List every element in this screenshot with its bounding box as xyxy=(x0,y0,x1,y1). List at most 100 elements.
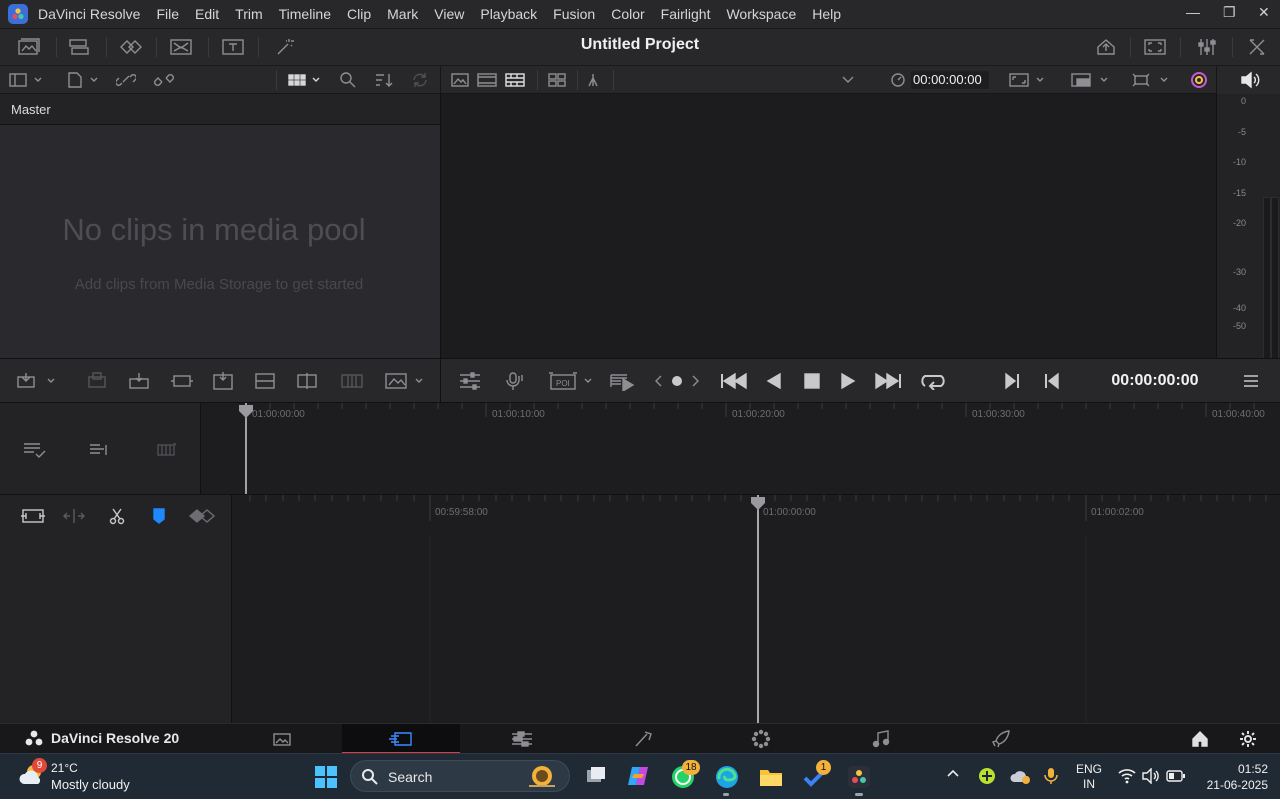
audio-track-icon[interactable] xyxy=(152,439,182,461)
tray-green-icon[interactable] xyxy=(978,767,996,785)
timeline-viewer-icon[interactable] xyxy=(503,70,527,90)
volume-icon[interactable] xyxy=(1142,768,1160,784)
file-explorer-icon[interactable] xyxy=(758,764,784,790)
stop-icon[interactable] xyxy=(801,369,823,393)
close-icon[interactable]: ✕ xyxy=(1258,4,1270,21)
magic-wand-icon[interactable] xyxy=(272,35,298,59)
color-wheel-icon[interactable] xyxy=(1187,70,1211,90)
edge-browser-icon[interactable] xyxy=(714,764,740,790)
poi-icon[interactable]: POI xyxy=(545,369,595,393)
color-page-icon[interactable] xyxy=(748,728,774,750)
menu-color[interactable]: Color xyxy=(611,6,644,22)
grid-view-icon[interactable] xyxy=(284,70,324,90)
media-pool-toggle-icon[interactable] xyxy=(16,35,42,59)
menu-mark[interactable]: Mark xyxy=(387,6,418,22)
viewer-size-icon[interactable] xyxy=(1007,70,1047,90)
go-to-end-icon[interactable] xyxy=(873,369,903,393)
bin-list-toggle-icon[interactable] xyxy=(6,70,46,90)
source-overwrite-icon[interactable] xyxy=(252,369,278,393)
media-page-icon[interactable] xyxy=(270,728,294,750)
sort-icon[interactable] xyxy=(372,70,396,90)
transition-diamond-icon[interactable] xyxy=(186,505,218,527)
titles-icon[interactable] xyxy=(220,35,246,59)
link-icon[interactable] xyxy=(152,70,176,90)
append-icon[interactable] xyxy=(84,369,110,393)
speaker-icon[interactable] xyxy=(1239,70,1261,90)
refresh-icon[interactable] xyxy=(408,70,432,90)
start-windows-icon[interactable] xyxy=(314,765,338,789)
minimize-icon[interactable]: — xyxy=(1186,4,1200,20)
menu-timeline[interactable]: Timeline xyxy=(279,6,331,22)
menu-help[interactable]: Help xyxy=(812,6,841,22)
menu-trim[interactable]: Trim xyxy=(235,6,262,22)
mark-in-icon[interactable] xyxy=(1041,369,1063,393)
menu-view[interactable]: View xyxy=(434,6,464,22)
transitions-icon[interactable] xyxy=(118,35,144,59)
close-up-icon[interactable] xyxy=(168,369,196,393)
deliver-page-icon[interactable] xyxy=(988,728,1014,750)
todo-icon[interactable]: 1 xyxy=(802,760,831,790)
onedrive-icon[interactable] xyxy=(1010,767,1032,785)
taskbar-search-box[interactable]: Search xyxy=(350,760,570,792)
wifi-icon[interactable] xyxy=(1118,768,1136,784)
marker-dot-icon[interactable] xyxy=(669,369,685,393)
whatsapp-icon[interactable]: 18 xyxy=(670,760,700,790)
edit-page-icon[interactable] xyxy=(508,728,536,750)
hdr-monitor-icon[interactable] xyxy=(1069,70,1111,90)
prev-marker-icon[interactable] xyxy=(651,369,665,393)
menu-playback[interactable]: Playback xyxy=(480,6,537,22)
ripple-overwrite-icon[interactable] xyxy=(126,369,152,393)
track-lock-icon[interactable] xyxy=(20,439,50,461)
cut-clip-icon[interactable] xyxy=(294,369,320,393)
lower-timeline[interactable] xyxy=(232,494,1280,724)
viewer-timecode[interactable]: 00:00:00:00 xyxy=(911,71,989,89)
davinci-taskbar-icon[interactable] xyxy=(846,764,872,790)
restore-icon[interactable]: ❐ xyxy=(1223,4,1236,21)
unlink-icon[interactable] xyxy=(114,70,138,90)
battery-icon[interactable] xyxy=(1166,769,1186,783)
microphone-icon[interactable] xyxy=(1044,767,1060,785)
trim-mode-icon[interactable] xyxy=(60,505,88,527)
sliders-icon[interactable] xyxy=(457,369,483,393)
import-media-icon[interactable] xyxy=(62,70,102,90)
language-indicator[interactable]: ENG IN xyxy=(1072,762,1106,794)
play-reverse-icon[interactable] xyxy=(763,369,785,393)
task-view-icon[interactable] xyxy=(584,764,608,788)
menu-workspace[interactable]: Workspace xyxy=(726,6,796,22)
insert-clip-dropdown-icon[interactable] xyxy=(382,369,426,393)
fullscreen-icon[interactable] xyxy=(1142,35,1168,59)
home-icon[interactable] xyxy=(1188,728,1212,750)
weather-widget[interactable]: 9 21°C Mostly cloudy xyxy=(18,758,148,796)
copilot-icon[interactable] xyxy=(626,764,650,788)
quick-export-icon[interactable] xyxy=(1093,35,1119,59)
menu-clip[interactable]: Clip xyxy=(347,6,371,22)
clock[interactable]: 01:52 21-06-2025 xyxy=(1196,761,1268,793)
menu-fairlight[interactable]: Fairlight xyxy=(661,6,711,22)
go-to-start-icon[interactable] xyxy=(719,369,749,393)
menu-fusion[interactable]: Fusion xyxy=(553,6,595,22)
mark-out-icon[interactable] xyxy=(1001,369,1023,393)
dissolve-icon[interactable] xyxy=(338,369,366,393)
options-menu-icon[interactable] xyxy=(1239,369,1263,393)
safe-area-icon[interactable] xyxy=(583,70,603,90)
master-bin-label[interactable]: Master xyxy=(11,102,51,117)
settings-gear-icon[interactable] xyxy=(1236,728,1260,750)
camera-raw-icon[interactable] xyxy=(1129,70,1171,90)
voiceover-mic-icon[interactable] xyxy=(503,369,529,393)
cut-page-icon[interactable] xyxy=(386,728,416,750)
track-zoom-icon[interactable] xyxy=(86,439,116,461)
layout-grid-icon[interactable] xyxy=(545,70,569,90)
fast-review-icon[interactable] xyxy=(605,369,639,393)
flag-marker-icon[interactable] xyxy=(146,505,172,527)
menu-file[interactable]: File xyxy=(156,6,179,22)
smart-insert-icon[interactable] xyxy=(14,369,58,393)
menu-edit[interactable]: Edit xyxy=(195,6,219,22)
timeline-view-icon[interactable] xyxy=(18,505,48,527)
transport-timecode[interactable]: 00:00:00:00 xyxy=(1100,372,1210,390)
source-tape-icon[interactable] xyxy=(475,70,499,90)
play-icon[interactable] xyxy=(837,369,859,393)
fairlight-page-icon[interactable] xyxy=(868,728,894,750)
loop-icon[interactable] xyxy=(919,369,949,393)
mixer-icon[interactable] xyxy=(1194,35,1220,59)
viewer-dropdown-chevron-icon[interactable] xyxy=(839,70,857,90)
